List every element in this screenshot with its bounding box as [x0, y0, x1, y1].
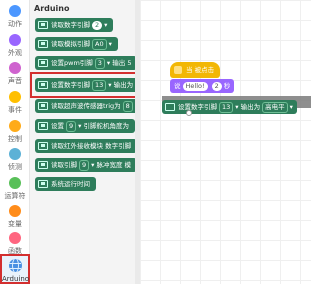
pin-dropdown[interactable]: 3 — [94, 58, 105, 69]
block-text: 说 — [174, 82, 181, 90]
category-control[interactable]: 控制 — [0, 117, 30, 145]
sensing-dot-icon — [9, 148, 21, 160]
arduino-board-icon — [38, 21, 48, 29]
block-system-runtime[interactable]: 系统运行时间 — [35, 177, 96, 191]
block-read-pulse-width[interactable]: 读取引脚 9 ▾ 脉冲宽度 模 — [35, 158, 138, 172]
category-label: 侦测 — [8, 163, 22, 171]
category-column: 动作 外观 声音 事件 控制 侦测 运算符 变量 函数 Arduino — [0, 0, 30, 284]
pin-dropdown[interactable]: 9 — [66, 121, 77, 132]
block-set-servo[interactable]: 设置 9 ▾ 引脚舵机角度为 — [35, 119, 135, 133]
block-text: 读取模拟引脚 — [51, 40, 90, 48]
block-read-analog-pin[interactable]: 读取模拟引脚 A0 ▾ — [35, 37, 118, 51]
pin-dropdown[interactable]: A0 — [92, 39, 107, 50]
block-text: 输出 5 — [112, 59, 132, 67]
arduino-board-icon — [38, 180, 48, 188]
category-label: Arduino — [2, 275, 30, 283]
level-dropdown[interactable]: 高电平 — [262, 102, 288, 113]
chevron-down-icon: ▾ — [235, 103, 239, 111]
category-motion[interactable]: 动作 — [0, 2, 30, 30]
functions-dot-icon — [9, 232, 21, 244]
arduino-board-icon — [38, 102, 48, 110]
block-text: 读取红外接收模块 数字引脚 — [51, 142, 132, 150]
block-text: 当 被点击 — [186, 66, 215, 74]
category-label: 变量 — [8, 220, 22, 228]
block-text: 系统运行时间 — [51, 180, 90, 188]
block-read-digital-pin[interactable]: 读取数字引脚 2 ▾ — [35, 18, 114, 32]
category-sensing[interactable]: 侦测 — [0, 145, 30, 173]
flag-icon — [174, 66, 182, 74]
category-variables[interactable]: 变量 — [0, 202, 30, 230]
category-operators[interactable]: 运算符 — [0, 174, 30, 202]
block-set-pwm-pin[interactable]: 设置pwm引脚 3 ▾ 输出 5 — [35, 56, 138, 70]
say-secs-input[interactable]: 2 — [211, 82, 222, 91]
pin-dropdown[interactable]: 9 — [79, 160, 90, 171]
chevron-down-icon: ▾ — [104, 21, 108, 29]
pin-dropdown[interactable]: 8 — [122, 101, 133, 112]
sound-dot-icon — [9, 62, 21, 74]
arduino-board-icon — [38, 40, 48, 48]
block-text: 设置数字引脚 — [178, 103, 217, 111]
pin-value[interactable]: 2 — [92, 21, 103, 30]
category-label: 声音 — [8, 77, 22, 85]
say-text-input[interactable]: Hello! — [182, 82, 208, 91]
category-label: 控制 — [8, 135, 22, 143]
block-text: 设置pwm引脚 — [51, 59, 93, 67]
mouse-cursor — [186, 110, 192, 116]
globe-icon — [8, 259, 22, 272]
arduino-board-icon — [38, 59, 48, 67]
say-for-secs-block[interactable]: 说 Hello! 2 秒 — [170, 79, 235, 93]
arduino-board-icon — [165, 103, 175, 111]
block-text: 引脚舵机角度为 — [83, 122, 129, 130]
block-text: 读取数字引脚 — [51, 21, 90, 29]
looks-dot-icon — [9, 34, 21, 46]
set-digital-pin-block[interactable]: 设置数字引脚 13 ▾ 输出为 高电平 ▾ — [162, 100, 297, 114]
block-flyout: Arduino 读取数字引脚 2 ▾ 读取模拟引脚 A0 ▾ 设置pwm引脚 3 ▾ 输出 … — [30, 0, 140, 284]
selected-block-highlight — [30, 72, 143, 98]
operators-dot-icon — [9, 177, 21, 189]
block-text: 脉冲宽度 模 — [96, 161, 132, 169]
chevron-down-icon: ▾ — [108, 40, 112, 48]
category-label: 动作 — [8, 20, 22, 28]
events-dot-icon — [9, 91, 21, 103]
flyout-title: Arduino — [34, 4, 70, 13]
category-functions[interactable]: 函数 — [0, 229, 30, 257]
category-label: 事件 — [8, 106, 22, 114]
block-read-ir-receiver[interactable]: 读取红外接收模块 数字引脚 — [35, 139, 138, 153]
code-workspace[interactable] — [140, 0, 311, 284]
pin-dropdown[interactable]: 13 — [219, 102, 234, 113]
chevron-down-icon: ▾ — [78, 122, 82, 130]
chevron-down-icon: ▾ — [91, 161, 95, 169]
block-text: 读取引脚 — [51, 161, 77, 169]
block-read-ultrasonic[interactable]: 读取超声波传感器trig为 8 — [35, 99, 140, 113]
block-text: 设置 — [51, 122, 64, 130]
when-flag-clicked-block[interactable]: 当 被点击 — [170, 62, 221, 78]
category-arduino[interactable]: Arduino — [0, 254, 30, 284]
category-sound[interactable]: 声音 — [0, 59, 30, 87]
category-label: 外观 — [8, 49, 22, 57]
block-text: 秒 — [223, 82, 231, 90]
block-text: 读取超声波传感器trig为 — [51, 102, 121, 110]
category-looks[interactable]: 外观 — [0, 31, 30, 59]
category-events[interactable]: 事件 — [0, 88, 30, 116]
chevron-down-icon: ▾ — [289, 103, 293, 111]
arduino-board-icon — [38, 122, 48, 130]
variables-dot-icon — [9, 205, 21, 217]
control-dot-icon — [9, 120, 21, 132]
motion-dot-icon — [9, 5, 21, 17]
arduino-board-icon — [38, 142, 48, 150]
chevron-down-icon: ▾ — [106, 59, 111, 67]
category-label: 运算符 — [4, 192, 26, 200]
arduino-board-icon — [38, 161, 48, 169]
block-text: 输出为 — [240, 103, 261, 111]
